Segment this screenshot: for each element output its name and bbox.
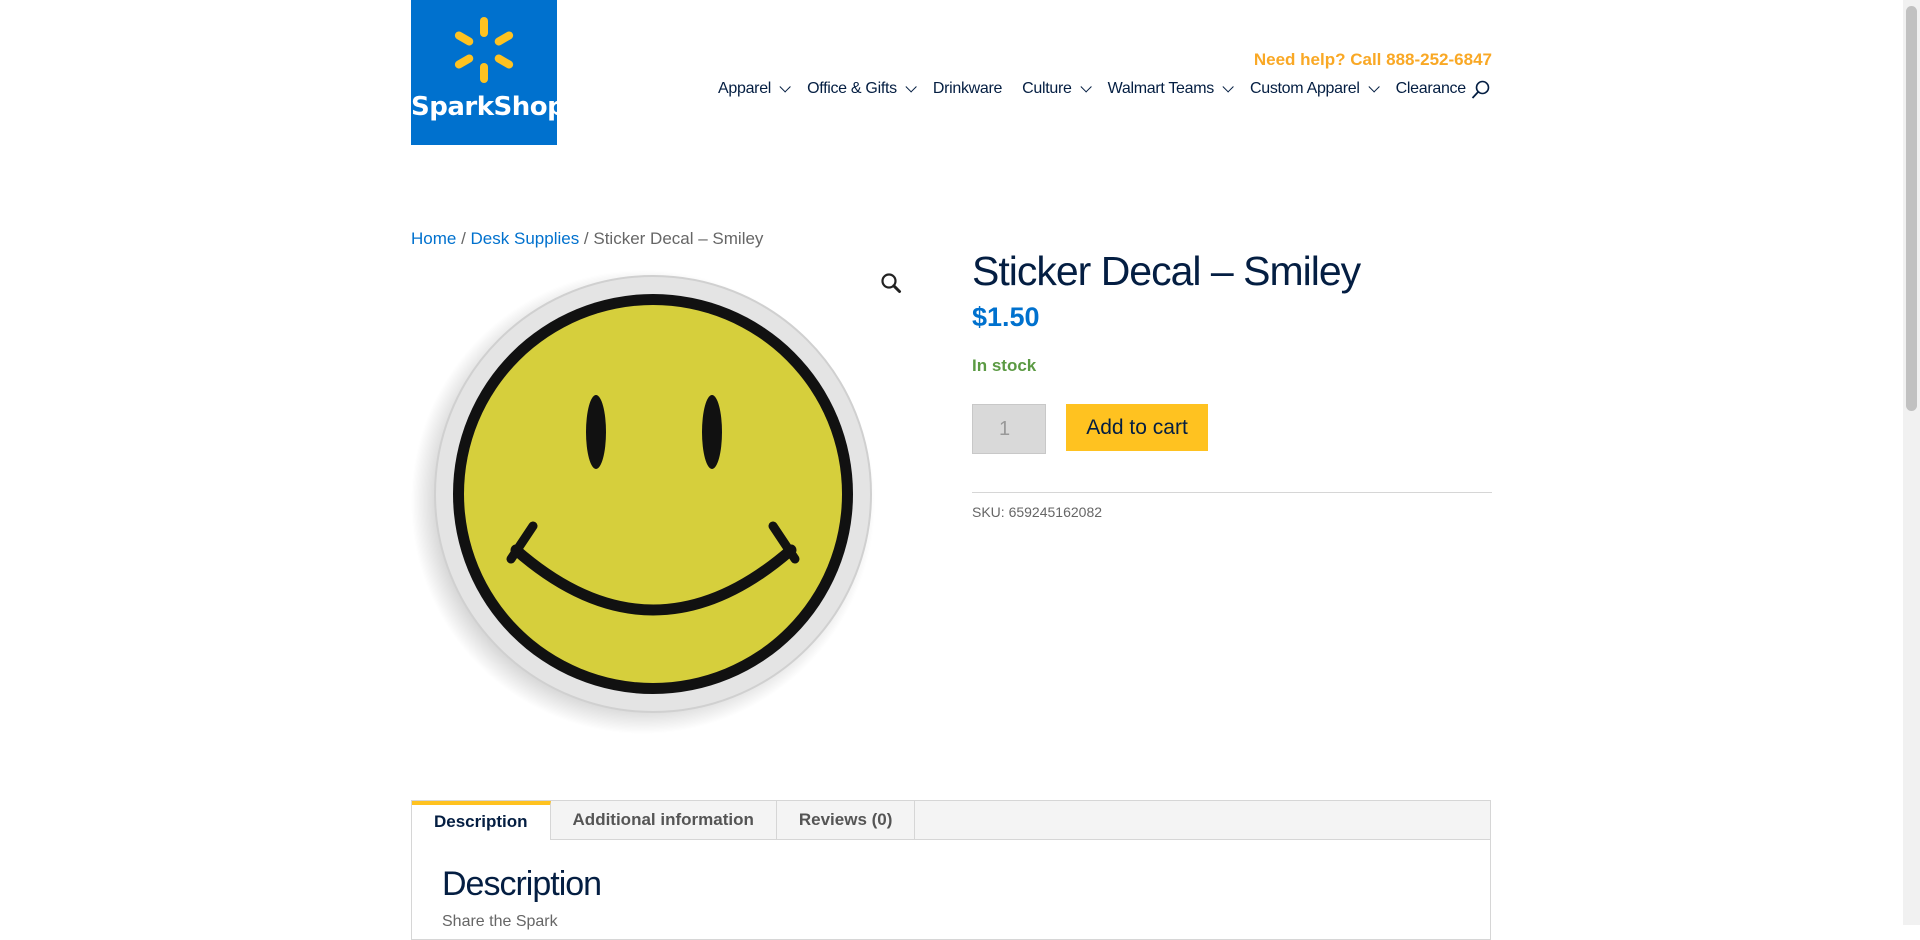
product-sku: SKU: 659245162082 <box>972 504 1102 520</box>
sku-label: SKU: <box>972 504 1005 520</box>
breadcrumb-category[interactable]: Desk Supplies <box>471 229 580 248</box>
tab-bar: Description Additional information Revie… <box>412 801 1490 840</box>
breadcrumb: Home / Desk Supplies / Sticker Decal – S… <box>411 229 763 249</box>
nav-label: Office & Gifts <box>807 80 897 97</box>
tab-description[interactable]: Description <box>412 801 551 840</box>
tab-additional-information[interactable]: Additional information <box>551 801 777 839</box>
chevron-down-icon <box>905 81 917 93</box>
help-phone[interactable]: Need help? Call 888-252-6847 <box>1254 50 1492 70</box>
chevron-down-icon <box>1368 81 1380 93</box>
tab-reviews[interactable]: Reviews (0) <box>777 801 916 839</box>
product-image[interactable] <box>411 262 931 752</box>
image-zoom-button[interactable] <box>880 272 910 302</box>
nav-culture[interactable]: Culture <box>1022 80 1092 98</box>
search-icon <box>1471 80 1490 99</box>
page-scrollbar[interactable] <box>1903 0 1920 925</box>
nav-label: Walmart Teams <box>1107 80 1215 97</box>
chevron-down-icon <box>1080 81 1092 93</box>
magnifier-icon <box>881 273 901 293</box>
description-text: Share the Spark <box>442 913 558 930</box>
product-title: Sticker Decal – Smiley <box>972 248 1361 294</box>
chevron-down-icon <box>779 81 791 93</box>
breadcrumb-separator: / <box>579 229 594 248</box>
nav-label: Apparel <box>718 80 772 97</box>
search-button[interactable] <box>1471 80 1491 105</box>
sku-value: 659245162082 <box>1008 504 1103 520</box>
quantity-input[interactable] <box>972 404 1046 454</box>
nav-custom-apparel[interactable]: Custom Apparel <box>1249 80 1380 98</box>
add-to-cart-button[interactable]: Add to cart <box>1066 404 1208 451</box>
breadcrumb-current: Sticker Decal – Smiley <box>593 229 764 248</box>
main-nav: Apparel Office & Gifts Drinkware Culture… <box>718 80 1486 98</box>
chevron-down-icon <box>1222 81 1234 93</box>
spark-icon <box>454 17 514 83</box>
nav-label: Custom Apparel <box>1249 80 1360 97</box>
nav-clearance[interactable]: Clearance <box>1395 80 1467 98</box>
breadcrumb-home[interactable]: Home <box>411 229 456 248</box>
stock-status: In stock <box>972 356 1037 375</box>
nav-apparel[interactable]: Apparel <box>718 80 791 98</box>
nav-walmart-teams[interactable]: Walmart Teams <box>1107 80 1234 98</box>
nav-office-gifts[interactable]: Office & Gifts <box>807 80 917 98</box>
sparkshop-logo[interactable]: SparkShop <box>411 0 566 145</box>
breadcrumb-separator: / <box>456 229 471 248</box>
nav-label: Culture <box>1022 80 1072 97</box>
description-heading: Description <box>442 865 602 903</box>
scrollbar-thumb[interactable] <box>1906 6 1917 411</box>
logo-text: SparkShop <box>411 92 566 122</box>
product-price: $1.50 <box>972 302 1040 332</box>
nav-drinkware[interactable]: Drinkware <box>932 80 1003 98</box>
product-tabs: Description Additional information Revie… <box>411 800 1491 940</box>
nav-label: Drinkware <box>932 80 1003 97</box>
nav-label: Clearance <box>1395 80 1467 97</box>
divider <box>972 492 1492 493</box>
